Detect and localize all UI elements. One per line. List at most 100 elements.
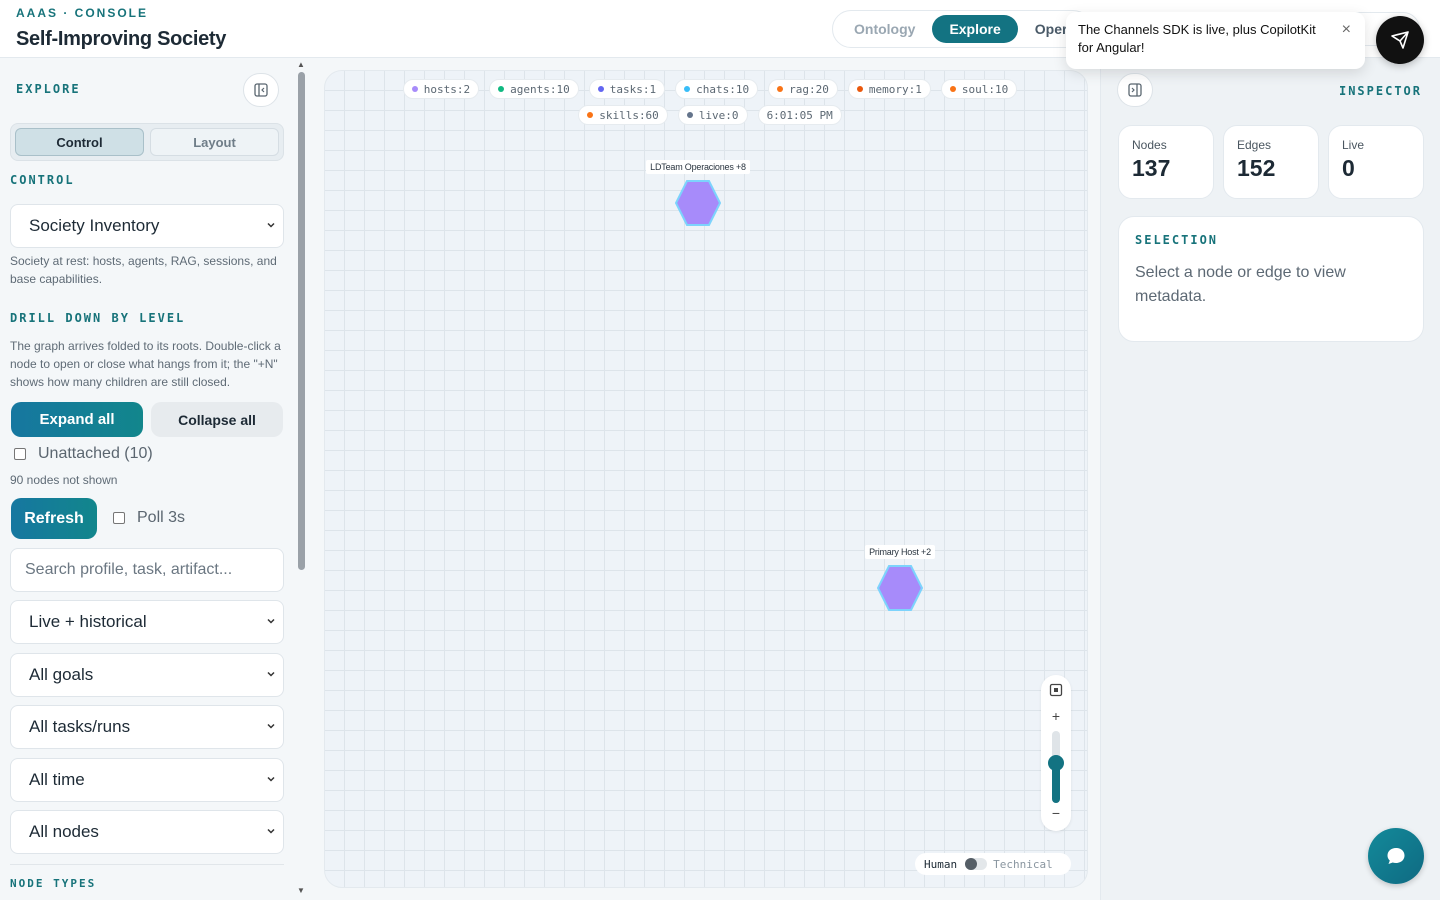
filter-nodes-value: All nodes xyxy=(29,822,99,841)
left-sidebar: EXPLORE Control Layout CONTROL Society I… xyxy=(0,58,308,900)
node-label: Primary Host +2 xyxy=(865,545,935,559)
zoom-controls: + − xyxy=(1041,675,1071,831)
filter-liveness[interactable]: Live + historical xyxy=(10,600,284,644)
sidebar-scrollbar[interactable]: ▲ ▼ xyxy=(296,58,308,900)
segment-control[interactable]: Control xyxy=(15,128,144,156)
zoom-in-button[interactable]: + xyxy=(1041,708,1071,724)
zoom-slider-handle[interactable] xyxy=(1048,755,1064,772)
zoom-out-button[interactable]: − xyxy=(1041,805,1071,821)
announcement-toast: The Channels SDK is live, plus CopilotKi… xyxy=(1066,12,1365,69)
counter-chip: live:0 xyxy=(677,105,748,125)
section-control-title: CONTROL xyxy=(10,173,75,187)
chevron-down-icon xyxy=(267,671,275,677)
stat-value: 137 xyxy=(1132,155,1171,181)
view-mode-toggle[interactable]: Human Technical xyxy=(915,853,1071,875)
divider xyxy=(10,864,284,865)
counter-chip: skills:60 xyxy=(578,105,668,125)
poll-row: Poll 3s xyxy=(113,509,185,527)
hexagon-node-icon xyxy=(675,180,721,226)
stat-label: Edges xyxy=(1237,138,1272,152)
counter-dot-icon xyxy=(498,86,505,92)
unattached-label: Unattached (10) xyxy=(38,445,153,462)
stat-value: 152 xyxy=(1237,155,1276,181)
graph-canvas[interactable]: hosts:2 agents:10 tasks:1 chats:10 rag:20 mem… xyxy=(324,70,1088,888)
toggle-inspector-button[interactable] xyxy=(1117,73,1153,107)
copilotkit-badge[interactable] xyxy=(1376,16,1424,64)
graph-node[interactable]: Primary Host +2 xyxy=(845,542,955,612)
brand-kicker: AAAS · CONSOLE xyxy=(16,6,149,20)
scrollbar-thumb[interactable] xyxy=(298,72,305,570)
counter-label: tasks:1 xyxy=(609,82,657,96)
selection-title: SELECTION xyxy=(1135,233,1219,247)
node-badge: +8 xyxy=(735,162,746,172)
expand-all-button[interactable]: Expand all xyxy=(11,402,143,437)
filter-time[interactable]: All time xyxy=(10,758,284,802)
filter-tasks-value: All tasks/runs xyxy=(29,717,131,736)
tab-explore[interactable]: Explore xyxy=(932,15,1018,43)
search-input[interactable]: Search profile, task, artifact... xyxy=(10,548,284,592)
collapse-all-button[interactable]: Collapse all xyxy=(151,402,283,437)
poll-checkbox[interactable] xyxy=(113,512,125,524)
counter-label: live:0 xyxy=(698,108,739,122)
counter-chip: rag:20 xyxy=(768,79,838,99)
mode-technical-label: Technical xyxy=(993,857,1053,871)
collapse-sidebar-button[interactable] xyxy=(243,73,279,107)
poll-label: Poll 3s xyxy=(137,509,186,526)
mode-segmented-control: Control Layout xyxy=(10,123,284,161)
filter-tasks[interactable]: All tasks/runs xyxy=(10,705,284,749)
node-label: LDTeam Operaciones +8 xyxy=(646,160,750,174)
chat-launcher-button[interactable] xyxy=(1368,828,1424,884)
refresh-button[interactable]: Refresh xyxy=(11,498,97,539)
chat-icon xyxy=(1387,848,1405,864)
counter-dot-icon xyxy=(949,86,956,92)
counter-label: soul:10 xyxy=(961,82,1009,96)
stat-edges: Edges 152 xyxy=(1223,125,1319,199)
counter-chip: chats:10 xyxy=(675,79,759,99)
filter-goals[interactable]: All goals xyxy=(10,653,284,697)
hidden-nodes-note: 90 nodes not shown xyxy=(10,473,118,487)
filter-liveness-value: Live + historical xyxy=(29,612,147,631)
counter-label: rag:20 xyxy=(789,82,829,96)
counter-dot-icon xyxy=(587,112,594,118)
scroll-down-icon[interactable]: ▼ xyxy=(297,886,305,895)
drill-help: The graph arrives folded to its roots. D… xyxy=(10,339,281,389)
page-title: Self-Improving Society xyxy=(16,28,227,50)
counter-label: 6:01:05 PM xyxy=(766,108,833,122)
graph-counters: hosts:2 agents:10 tasks:1 chats:10 rag:20 mem… xyxy=(355,79,1065,125)
filter-nodes[interactable]: All nodes xyxy=(10,810,284,854)
counter-dot-icon xyxy=(777,86,784,92)
selection-empty-text: Select a node or edge to view metadata. xyxy=(1135,264,1346,305)
counter-chip: soul:10 xyxy=(940,79,1018,99)
chevron-down-icon xyxy=(267,828,275,834)
section-explore-title: EXPLORE xyxy=(16,82,81,96)
fit-view-icon[interactable] xyxy=(1049,683,1063,697)
counter-label: skills:60 xyxy=(599,108,659,122)
node-badge: +2 xyxy=(921,547,931,557)
sidebar-collapse-icon xyxy=(254,83,268,97)
close-icon[interactable]: × xyxy=(1342,21,1351,39)
chevron-down-icon xyxy=(267,222,275,228)
selection-card: SELECTION Select a node or edge to view … xyxy=(1118,216,1424,342)
counter-dot-icon xyxy=(856,86,863,92)
mode-human-label: Human xyxy=(924,857,958,871)
stat-value: 0 xyxy=(1342,155,1355,181)
unattached-checkbox[interactable] xyxy=(14,448,26,460)
inspector-title: INSPECTOR xyxy=(1338,84,1422,98)
chevron-down-icon xyxy=(267,723,275,729)
counter-label: agents:10 xyxy=(510,82,570,96)
mode-switch[interactable] xyxy=(965,858,988,870)
view-tabs: Ontology Explore Oper xyxy=(832,10,1092,48)
segment-layout[interactable]: Layout xyxy=(150,128,279,156)
scroll-up-icon[interactable]: ▲ xyxy=(297,60,305,69)
counter-chip: agents:10 xyxy=(489,79,579,99)
counter-chip: memory:1 xyxy=(847,79,931,99)
counter-dot-icon xyxy=(686,112,693,118)
counter-label: memory:1 xyxy=(868,82,922,96)
graph-node[interactable]: LDTeam Operaciones +8 xyxy=(643,157,753,227)
hexagon-node-icon xyxy=(877,565,923,611)
tab-ontology[interactable]: Ontology xyxy=(837,15,932,43)
stat-label: Live xyxy=(1342,138,1365,152)
chevron-down-icon xyxy=(267,776,275,782)
control-select[interactable]: Society Inventory xyxy=(10,204,284,248)
panel-toggle-icon xyxy=(1128,83,1142,97)
